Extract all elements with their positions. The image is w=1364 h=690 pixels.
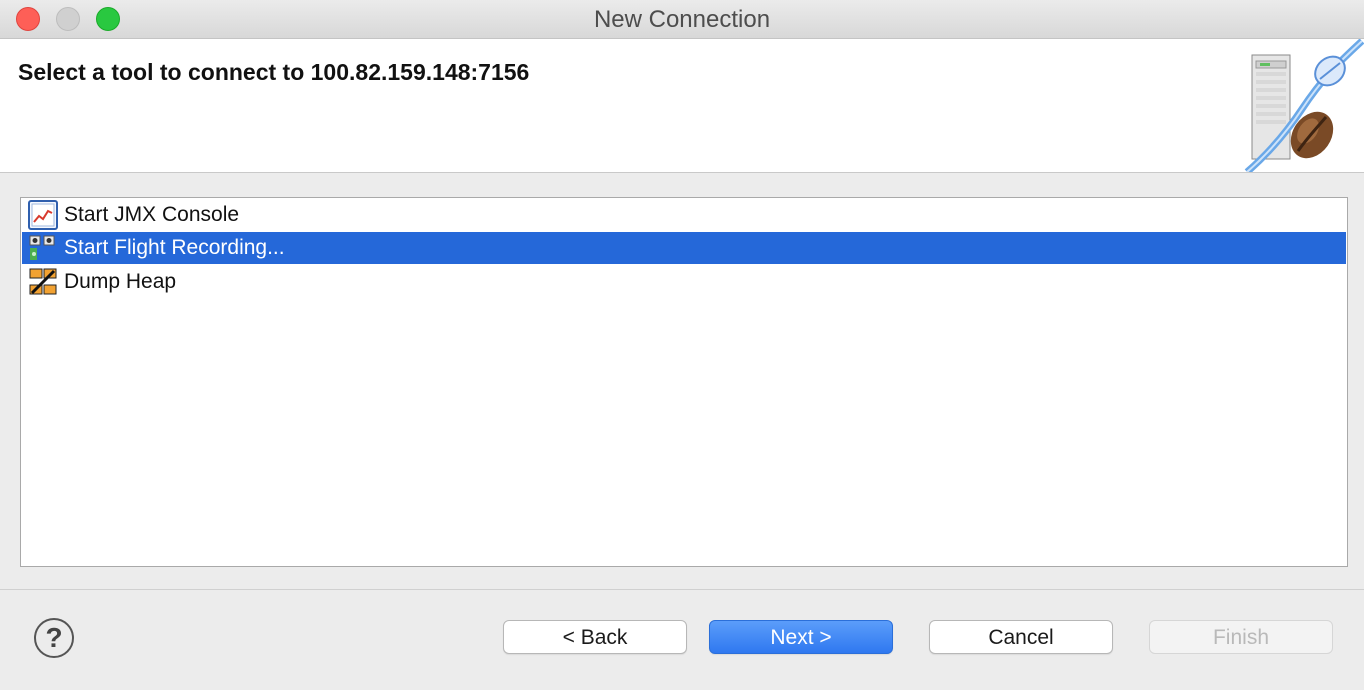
wizard-banner: Select a tool to connect to 100.82.159.1… xyxy=(0,39,1364,173)
next-button[interactable]: Next > xyxy=(709,620,893,654)
list-item-label: Dump Heap xyxy=(64,270,177,293)
window-title: New Connection xyxy=(593,6,771,33)
back-button[interactable]: < Back xyxy=(503,620,687,654)
flight-recording-icon xyxy=(28,233,58,263)
tool-list[interactable]: Start JMX Console Start Flight Recording… xyxy=(20,197,1348,567)
help-button[interactable]: ? xyxy=(34,618,74,658)
cancel-button[interactable]: Cancel xyxy=(929,620,1113,654)
jmx-console-icon xyxy=(28,200,58,230)
list-item-dump-heap[interactable]: Dump Heap xyxy=(22,266,1346,298)
button-bar-divider xyxy=(0,589,1364,590)
dump-heap-icon xyxy=(28,267,58,297)
list-item-flight-recording[interactable]: Start Flight Recording... xyxy=(22,232,1346,264)
connection-wizard-icon xyxy=(1244,39,1364,172)
title-bar[interactable]: New Connection xyxy=(0,0,1364,39)
list-item-label: Start Flight Recording... xyxy=(64,236,285,259)
page-title: Select a tool to connect to 100.82.159.1… xyxy=(18,59,530,85)
finish-button[interactable]: Finish xyxy=(1149,620,1333,654)
list-item-label: Start JMX Console xyxy=(64,203,240,226)
list-item-jmx-console[interactable]: Start JMX Console xyxy=(22,199,1346,231)
